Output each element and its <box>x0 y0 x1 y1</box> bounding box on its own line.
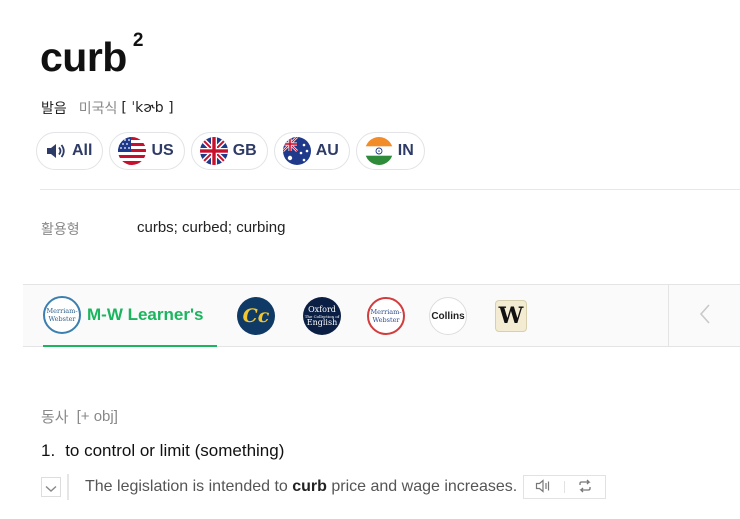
audio-in-label: IN <box>397 142 414 159</box>
audio-gb-button[interactable]: GB <box>190 132 268 170</box>
inflections-value: curbs; curbed; curbing <box>137 219 286 236</box>
audio-all-label: All <box>72 142 93 159</box>
dictionary-tab-bar: Merriam- Webster M-W Learner's Cc Oxford… <box>23 284 740 347</box>
homograph-number: 2 <box>132 30 144 51</box>
cc-logo-icon: Cc <box>242 305 270 327</box>
example-repeat-button[interactable] <box>565 476 605 498</box>
inflections-label: 활용형 <box>41 222 80 238</box>
tab-mw-learners[interactable]: Merriam- Webster M-W Learner's <box>43 285 217 347</box>
collins-logo-icon: Collins <box>431 310 465 322</box>
pronunciation-dialect: 미국식 <box>78 101 118 117</box>
repeat-icon <box>577 478 593 497</box>
expand-example-button[interactable] <box>41 477 61 497</box>
in-flag-icon <box>364 137 393 165</box>
example-audio-button[interactable] <box>524 476 564 498</box>
definition-number: 1. <box>41 441 56 460</box>
audio-au-label: AU <box>315 142 339 159</box>
tab-collins-cobuild[interactable]: Cc <box>237 297 275 335</box>
example-sentence: The legislation is intended to curb pric… <box>85 478 518 495</box>
us-flag-icon <box>118 137 147 165</box>
pronunciation-ipa: [ ˈkɚb ] <box>121 100 174 116</box>
chevron-left-icon <box>699 303 711 329</box>
mw-learners-logo-icon: Merriam- Webster <box>43 296 81 334</box>
definition-row: 1. to control or limit (something) <box>41 441 284 461</box>
speaker-icon <box>535 478 553 497</box>
audio-us-label: US <box>151 142 174 159</box>
audio-au-button[interactable]: AU <box>273 132 350 170</box>
tab-wordnik[interactable]: W <box>495 300 527 332</box>
part-of-speech-label: 동사 <box>41 408 69 426</box>
audio-all-button[interactable]: All <box>36 132 104 170</box>
audio-us-button[interactable]: US <box>109 132 185 170</box>
section-divider <box>40 189 740 190</box>
audio-in-button[interactable]: IN <box>355 132 425 170</box>
example-tools <box>523 475 607 499</box>
w-logo-icon: W <box>498 303 524 329</box>
tab-collins[interactable]: Collins <box>429 297 467 335</box>
pronunciation-label: 발음 <box>41 101 67 117</box>
part-of-speech-row: 동사 [+ obj] <box>41 406 118 427</box>
prev-dictionary-button[interactable] <box>668 285 740 346</box>
entry-word: curb <box>40 34 127 80</box>
tab-merriam-webster[interactable]: Merriam- Webster <box>367 297 405 335</box>
audio-button-row: All US GB AU IN <box>36 132 425 170</box>
inflections-row: 활용형 curbs; curbed; curbing <box>41 219 285 239</box>
pronunciation-row: 발음 미국식 [ ˈkɚb ] <box>41 98 174 118</box>
au-flag-icon <box>282 137 311 165</box>
definition-text: to control or limit (something) <box>65 441 285 460</box>
audio-gb-label: GB <box>232 142 257 159</box>
example-row: The legislation is intended to curb pric… <box>41 474 607 500</box>
tab-mw-learners-label: M-W Learner's <box>87 305 204 324</box>
grammar-note: [+ obj] <box>76 408 118 425</box>
merriam-webster-logo-icon: Merriam- Webster <box>370 308 402 324</box>
example-keyword: curb <box>292 478 327 495</box>
chevron-down-icon <box>45 478 57 497</box>
gb-flag-icon <box>199 137 228 165</box>
speaker-icon <box>45 140 67 162</box>
headword: curb 2 <box>40 30 143 80</box>
tab-oxford[interactable]: Oxford The Collection of English <box>303 297 341 335</box>
example-bar <box>67 474 69 500</box>
oxford-logo-icon: Oxford The Collection of English <box>304 304 340 327</box>
